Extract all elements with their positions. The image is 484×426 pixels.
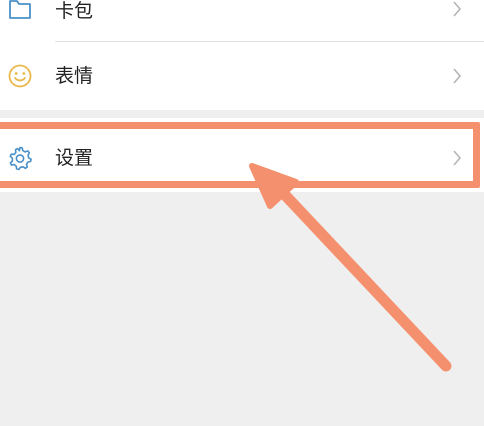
pointer-arrow-annotation: [249, 163, 452, 372]
settings-menu-screen: 卡包 表情 设置: [0, 0, 484, 426]
